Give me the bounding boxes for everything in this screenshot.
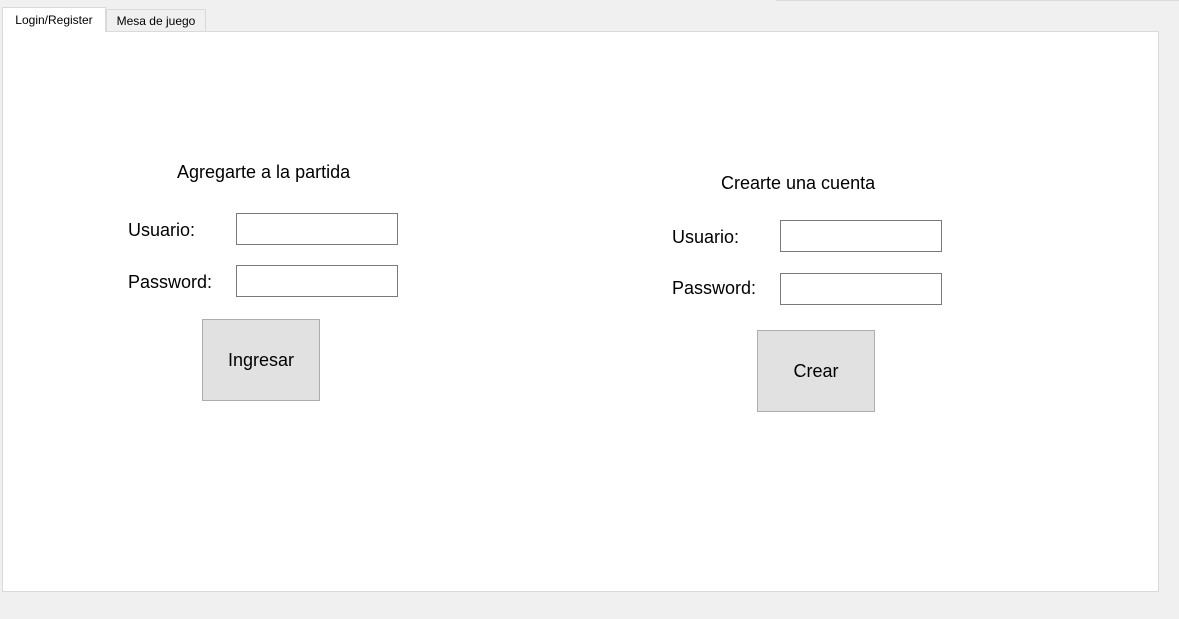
login-usuario-input[interactable] [236, 213, 398, 245]
register-heading: Crearte una cuenta [721, 173, 876, 193]
login-usuario-label: Usuario: [128, 220, 196, 240]
tab-login-register[interactable]: Login/Register [2, 7, 106, 32]
login-heading: Agregarte a la partida [177, 162, 351, 182]
tab-panel-login-register: Agregarte a la partida Usuario: Password… [2, 31, 1159, 592]
tab-mesa-de-juego[interactable]: Mesa de juego [106, 9, 206, 31]
register-usuario-label: Usuario: [672, 227, 740, 247]
ingresar-button[interactable]: Ingresar [202, 319, 320, 401]
crear-button[interactable]: Crear [757, 330, 875, 412]
window-edge-line [776, 0, 1179, 1]
login-password-input[interactable] [236, 265, 398, 297]
login-password-label: Password: [128, 272, 213, 292]
register-password-input[interactable] [780, 273, 942, 305]
register-usuario-input[interactable] [780, 220, 942, 252]
register-password-label: Password: [672, 278, 757, 298]
